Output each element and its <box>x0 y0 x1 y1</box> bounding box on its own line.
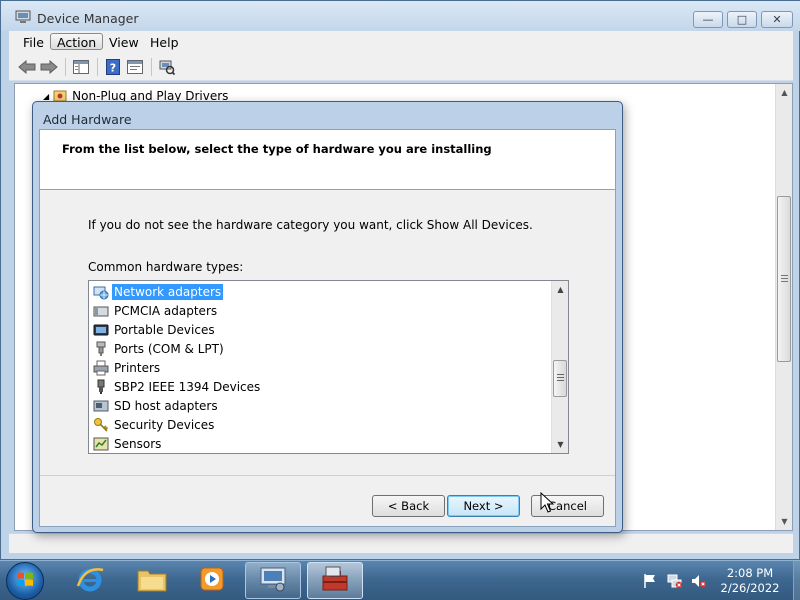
toolbar: ? <box>9 53 793 81</box>
footer-divider <box>40 475 615 476</box>
hardware-type-items: Network adapters PCMCIA adapters Portable … <box>89 281 551 453</box>
pcmcia-icon <box>93 303 109 319</box>
device-manager-app-icon <box>258 565 288 596</box>
list-label: Common hardware types: <box>88 260 244 274</box>
list-scrollbar-thumb[interactable] <box>553 360 567 397</box>
menu-file[interactable]: File <box>17 34 50 51</box>
add-hardware-taskbar-button[interactable] <box>307 562 363 599</box>
toolbar-separator <box>97 58 98 76</box>
scrollbar-thumb[interactable] <box>777 196 791 362</box>
windows-explorer-button[interactable] <box>124 562 180 599</box>
hardware-type-item[interactable]: Sensors <box>93 434 163 453</box>
network-disconnected-icon[interactable] <box>667 573 683 589</box>
hardware-type-label: PCMCIA adapters <box>114 303 218 318</box>
menu-action[interactable]: Action <box>50 33 104 50</box>
system-clock[interactable]: 2:08 PM 2/26/2022 <box>714 566 786 596</box>
list-scrollbar[interactable]: ▲ ▼ <box>551 281 568 453</box>
security-device-icon <box>93 417 109 433</box>
add-hardware-dialog: Add Hardware From the list below, select… <box>32 101 623 533</box>
hardware-type-item[interactable]: Security Devices <box>93 415 216 434</box>
hardware-type-label: Portable Devices <box>114 322 215 337</box>
hardware-type-label: SD host adapters <box>114 398 218 413</box>
minimize-button[interactable]: — <box>693 11 723 28</box>
mouse-cursor-icon <box>540 491 555 514</box>
media-player-button[interactable] <box>184 562 240 599</box>
expand-arrow-icon[interactable]: ◢ <box>43 92 49 101</box>
hardware-type-item[interactable]: PCMCIA adapters <box>93 301 219 320</box>
window-title: Device Manager <box>37 11 139 26</box>
taskbar: 2:08 PM 2/26/2022 <box>0 560 800 600</box>
menu-help[interactable]: Help <box>144 34 185 51</box>
forward-arrow-icon[interactable] <box>39 58 59 76</box>
windows-explorer-icon <box>136 565 168 596</box>
printer-icon <box>93 360 109 376</box>
clock-time: 2:08 PM <box>726 566 774 580</box>
close-icon: ✕ <box>772 13 782 26</box>
toolbar-separator <box>151 58 152 76</box>
internet-explorer-icon <box>75 564 105 597</box>
list-scroll-up-icon[interactable]: ▲ <box>552 281 569 298</box>
list-scroll-down-icon[interactable]: ▼ <box>552 436 569 453</box>
scroll-up-icon[interactable]: ▲ <box>776 84 793 101</box>
next-button[interactable]: Next > <box>447 495 520 517</box>
hardware-type-item[interactable]: Network adapters <box>93 282 224 301</box>
dialog-heading: From the list below, select the type of … <box>62 142 492 156</box>
sensor-icon <box>93 436 109 452</box>
back-button[interactable]: < Back <box>372 495 445 517</box>
scan-hardware-icon[interactable] <box>157 58 177 76</box>
help-icon[interactable]: ? <box>103 58 123 76</box>
toolbar-separator <box>65 58 66 76</box>
properties-icon[interactable] <box>125 58 145 76</box>
hardware-type-label: Printers <box>114 360 161 375</box>
add-hardware-app-icon <box>320 565 350 596</box>
hardware-type-item[interactable]: SBP2 IEEE 1394 Devices <box>93 377 262 396</box>
hardware-type-item[interactable]: Portable Devices <box>93 320 217 339</box>
dialog-title: Add Hardware <box>43 112 132 127</box>
dialog-header: From the list below, select the type of … <box>40 130 615 190</box>
vertical-scrollbar[interactable]: ▲ ▼ <box>775 84 792 530</box>
hardware-type-label: Security Devices <box>114 417 215 432</box>
hardware-type-list[interactable]: Network adapters PCMCIA adapters Portable … <box>88 280 569 454</box>
volume-muted-icon[interactable] <box>691 573 707 589</box>
port-icon <box>93 341 109 357</box>
scroll-down-icon[interactable]: ▼ <box>776 513 793 530</box>
hardware-type-item[interactable]: Ports (COM & LPT) <box>93 339 226 358</box>
internet-explorer-button[interactable] <box>62 562 118 599</box>
clock-date: 2/26/2022 <box>720 581 780 595</box>
show-desktop-button[interactable] <box>793 561 800 600</box>
hardware-type-label: SBP2 IEEE 1394 Devices <box>114 379 261 394</box>
hardware-type-label: Ports (COM & LPT) <box>114 341 224 356</box>
minimize-icon: — <box>702 13 714 26</box>
windows-logo-icon <box>15 570 35 593</box>
status-bar <box>9 533 793 553</box>
sd-host-icon <box>93 398 109 414</box>
start-button[interactable] <box>6 562 44 600</box>
portable-device-icon <box>93 322 109 338</box>
media-player-icon <box>198 565 226 596</box>
maximize-icon: □ <box>736 13 748 26</box>
back-arrow-icon[interactable] <box>17 58 37 76</box>
close-button[interactable]: ✕ <box>761 11 793 28</box>
action-center-flag-icon[interactable] <box>642 573 658 589</box>
menu-bar: File Action View Help <box>9 31 793 53</box>
ieee1394-icon <box>93 379 109 395</box>
hardware-type-label: Network adapters <box>112 283 224 300</box>
maximize-button[interactable]: □ <box>727 11 757 28</box>
title-bar[interactable]: Device Manager — □ ✕ <box>1 1 800 31</box>
device-manager-icon <box>15 10 31 24</box>
svg-text:?: ? <box>110 62 116 75</box>
device-manager-taskbar-button[interactable] <box>245 562 301 599</box>
network-adapter-icon <box>93 284 109 300</box>
hardware-type-item[interactable]: SD host adapters <box>93 396 220 415</box>
dialog-body: From the list below, select the type of … <box>39 129 616 527</box>
instruction-text: If you do not see the hardware category … <box>88 218 533 232</box>
hardware-type-label: Sensors <box>114 436 162 451</box>
menu-view[interactable]: View <box>103 34 145 51</box>
hardware-type-item[interactable]: Printers <box>93 358 162 377</box>
show-hide-console-tree-icon[interactable] <box>71 58 91 76</box>
